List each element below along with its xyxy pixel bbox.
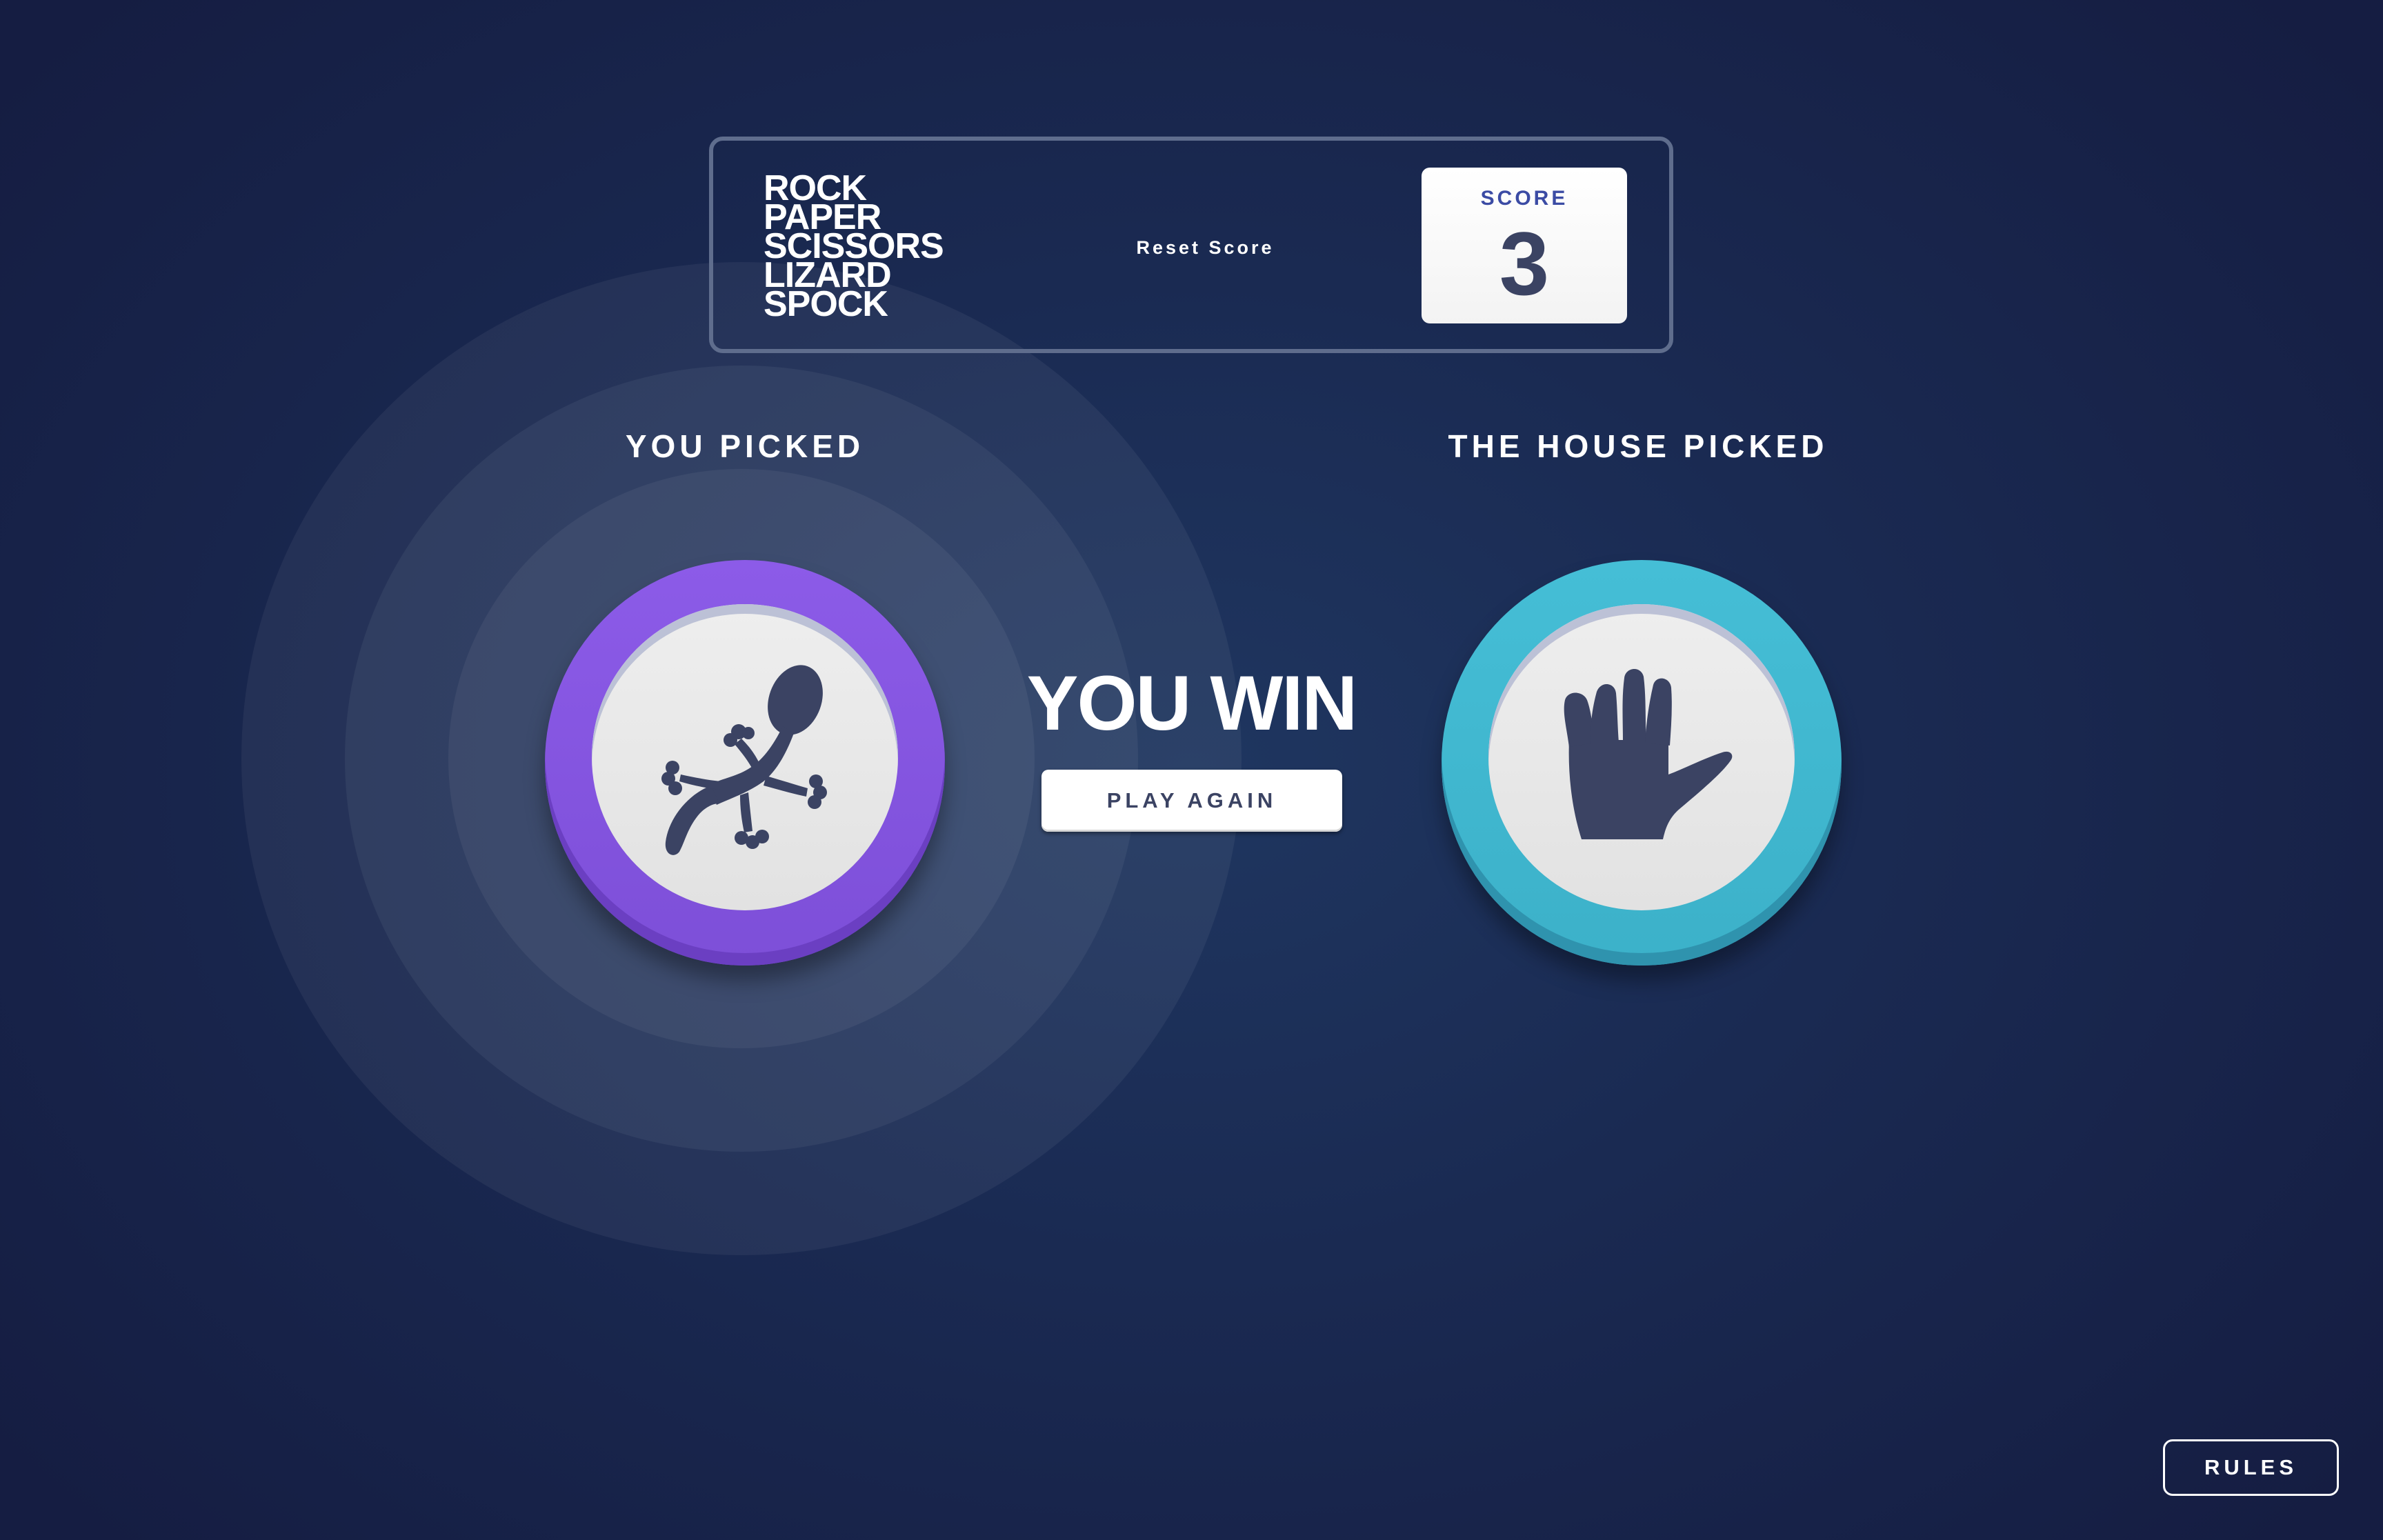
logo-line-spock: SPOCK	[764, 284, 888, 324]
result-text: YOU WIN	[1026, 660, 1358, 746]
house-pick-spock-chip	[1442, 560, 1842, 966]
house-chip-face	[1488, 604, 1795, 910]
score-value: 3	[1499, 213, 1550, 314]
rules-button[interactable]: RULES	[2163, 1439, 2339, 1496]
player-chip-face	[592, 604, 898, 910]
game-logo: ROCK PAPER SCISSORS LIZARD SPOCK	[764, 170, 944, 324]
spock-hand-icon	[1564, 668, 1733, 839]
house-pick-title: THE HOUSE PICKED	[1448, 428, 1828, 464]
reset-score-button[interactable]: Reset Score	[1127, 237, 1284, 259]
score-header: ROCK PAPER SCISSORS LIZARD SPOCK Reset S…	[709, 137, 1673, 353]
lizard-icon	[661, 665, 827, 855]
score-label: SCORE	[1480, 187, 1568, 210]
play-again-button[interactable]: PLAY AGAIN	[1041, 770, 1342, 832]
player-pick-title: YOU PICKED	[625, 428, 865, 464]
player-pick-lizard-chip	[545, 560, 945, 966]
score-box: SCORE 3	[1422, 168, 1627, 323]
